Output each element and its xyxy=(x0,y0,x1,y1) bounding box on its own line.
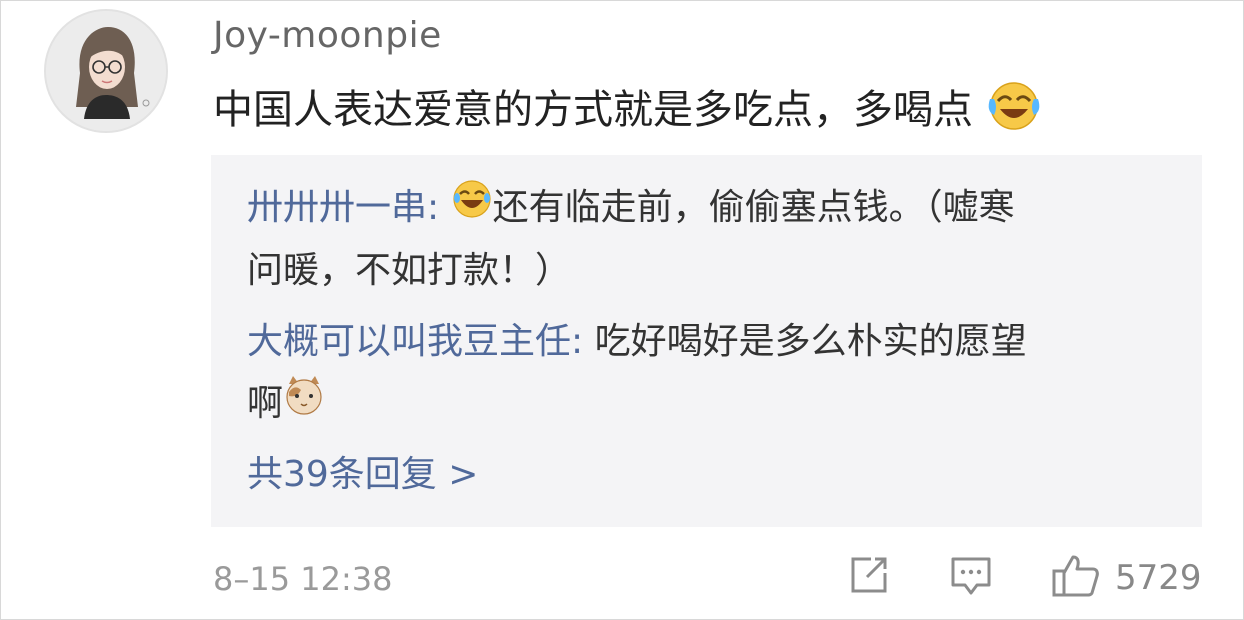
like-button[interactable] xyxy=(1051,553,1101,603)
laughing-emoji-icon xyxy=(986,79,1042,145)
reply-text-line2: 问暖，不如打款！） xyxy=(247,250,572,291)
share-icon xyxy=(851,557,887,593)
reply-text-line2: 啊 xyxy=(247,383,284,424)
view-all-replies-link[interactable]: 共39条回复 > xyxy=(247,447,478,503)
cat-emoji-icon xyxy=(283,374,325,436)
comment-icon xyxy=(951,557,991,595)
like-count: 5729 xyxy=(1115,558,1202,598)
share-button[interactable] xyxy=(847,553,891,601)
timestamp: 8–15 12:38 xyxy=(213,560,393,598)
reply-text-line1: 吃好喝好是多么朴实的愿望 xyxy=(594,321,1027,362)
reply-separator: : xyxy=(427,187,440,228)
reply-separator: : xyxy=(571,321,584,362)
avatar[interactable] xyxy=(44,9,168,133)
reply-text-line1: 还有临走前，偷偷塞点钱。（嘘寒 xyxy=(492,187,1015,228)
comment-body: 中国人表达爱意的方式就是多吃点，多喝点 xyxy=(213,87,973,133)
avatar-illustration xyxy=(46,11,166,131)
comment-text: 中国人表达爱意的方式就是多吃点，多喝点 xyxy=(213,79,1213,145)
reply-item[interactable]: 大概可以叫我豆主任: 吃好喝好是多么朴实的愿望 啊 xyxy=(247,311,1167,436)
replies-box[interactable]: 卅卅卅一串: 还有临走前，偷偷塞点钱。（嘘寒 问暖，不如打款！） 大概可以叫我豆… xyxy=(211,155,1202,527)
reply-author[interactable]: 卅卅卅一串 xyxy=(247,187,427,228)
tears-of-joy-emoji-icon xyxy=(451,178,493,240)
username[interactable]: Joy-moonpie xyxy=(213,13,442,59)
like-icon xyxy=(1052,555,1099,597)
reply-item[interactable]: 卅卅卅一串: 还有临走前，偷偷塞点钱。（嘘寒 问暖，不如打款！） xyxy=(247,177,1167,302)
comment-button[interactable] xyxy=(949,553,993,603)
reply-author[interactable]: 大概可以叫我豆主任 xyxy=(247,321,571,362)
